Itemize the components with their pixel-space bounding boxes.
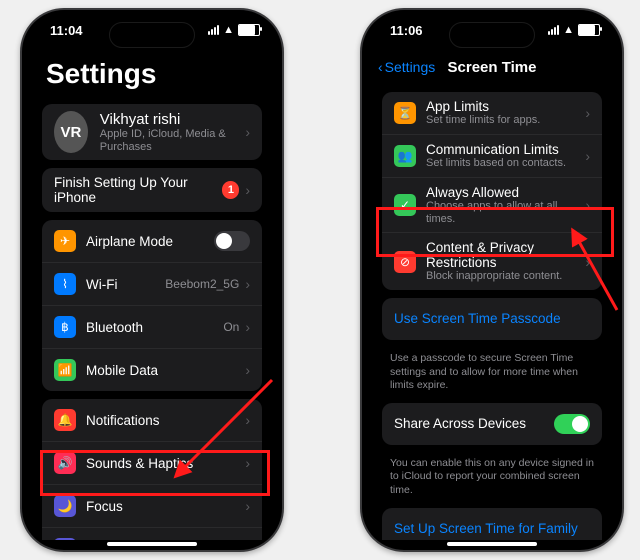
phone-screen-time: 11:06 ▲ ‹ Settings Screen Time ⏳ App Lim… (360, 8, 624, 552)
bluetooth-row[interactable]: ฿ Bluetooth On › (42, 305, 262, 348)
apple-id-group: VR Vikhyat rishi Apple ID, iCloud, Media… (42, 104, 262, 160)
chevron-right-icon: › (245, 124, 250, 140)
dynamic-island (449, 22, 535, 48)
clock: 11:04 (50, 23, 83, 38)
clock: 11:06 (390, 23, 423, 38)
bell-icon: 🔔 (54, 409, 76, 431)
check-icon: ✓ (394, 194, 416, 216)
app-limits-row[interactable]: ⏳ App LimitsSet time limits for apps. › (382, 92, 602, 134)
finish-setup-row[interactable]: Finish Setting Up Your iPhone 1 › (42, 168, 262, 212)
chevron-right-icon: › (245, 362, 250, 378)
chevron-right-icon: › (585, 148, 590, 164)
wifi-row[interactable]: ⌇ Wi-Fi Beebom2_5G › (42, 262, 262, 305)
share-footer: You can enable this on any device signed… (372, 453, 612, 500)
phone-settings: 11:04 ▲ Settings VR Vikhyat rishi Apple … (20, 8, 284, 552)
chevron-right-icon: › (245, 455, 250, 471)
hourglass-icon: ⏳ (394, 102, 416, 124)
chevron-right-icon: › (245, 319, 250, 335)
battery-icon (238, 24, 260, 36)
no-entry-icon: ⊘ (394, 251, 416, 273)
sounds-row[interactable]: 🔊 Sounds & Haptics › (42, 441, 262, 484)
chevron-right-icon: › (585, 197, 590, 213)
focus-row[interactable]: 🌙 Focus › (42, 484, 262, 527)
nav-title: Screen Time (448, 59, 537, 76)
always-allowed-row[interactable]: ✓ Always AllowedChoose apps to allow at … (382, 177, 602, 232)
use-passcode-row[interactable]: Use Screen Time Passcode (382, 298, 602, 340)
home-indicator[interactable] (447, 542, 537, 546)
content-privacy-row[interactable]: ⊘ Content & Privacy RestrictionsBlock in… (382, 232, 602, 290)
signal-icon (548, 25, 559, 35)
family-row[interactable]: Set Up Screen Time for Family (382, 508, 602, 540)
apple-id-label: Vikhyat rishi Apple ID, iCloud, Media & … (100, 111, 246, 153)
chevron-right-icon: › (245, 412, 250, 428)
hourglass-icon: ⏳ (54, 538, 76, 540)
airplane-mode-row[interactable]: ✈ Airplane Mode (42, 220, 262, 262)
notification-badge: 1 (222, 181, 239, 199)
chevron-right-icon: › (245, 182, 250, 198)
chevron-right-icon: › (245, 276, 250, 292)
communication-limits-row[interactable]: 👥 Communication LimitsSet limits based o… (382, 134, 602, 177)
battery-icon (578, 24, 600, 36)
dynamic-island (109, 22, 195, 48)
moon-icon: 🌙 (54, 495, 76, 517)
speaker-icon: 🔊 (54, 452, 76, 474)
chevron-right-icon: › (585, 254, 590, 270)
signal-icon (208, 25, 219, 35)
bluetooth-icon: ฿ (54, 316, 76, 338)
airplane-toggle[interactable] (214, 231, 250, 251)
screen-time-row[interactable]: ⏳ Screen Time › (42, 527, 262, 540)
antenna-icon: 📶 (54, 359, 76, 381)
mobile-data-row[interactable]: 📶 Mobile Data › (42, 348, 262, 391)
avatar: VR (54, 111, 88, 153)
person-icon: 👥 (394, 145, 416, 167)
wifi-icon: ⌇ (54, 273, 76, 295)
chevron-right-icon: › (585, 105, 590, 121)
back-button[interactable]: ‹ Settings (378, 59, 435, 75)
share-toggle[interactable] (554, 414, 590, 434)
passcode-footer: Use a passcode to secure Screen Time set… (372, 348, 612, 395)
wifi-icon: ▲ (223, 24, 234, 36)
home-indicator[interactable] (107, 542, 197, 546)
share-devices-row[interactable]: Share Across Devices (382, 403, 602, 445)
page-title: Settings (32, 50, 272, 96)
chevron-right-icon: › (245, 498, 250, 514)
nav-bar: ‹ Settings Screen Time (372, 50, 612, 84)
apple-id-row[interactable]: VR Vikhyat rishi Apple ID, iCloud, Media… (42, 104, 262, 160)
wifi-icon: ▲ (563, 24, 574, 36)
airplane-icon: ✈ (54, 230, 76, 252)
chevron-left-icon: ‹ (378, 59, 383, 75)
notifications-row[interactable]: 🔔 Notifications › (42, 399, 262, 441)
